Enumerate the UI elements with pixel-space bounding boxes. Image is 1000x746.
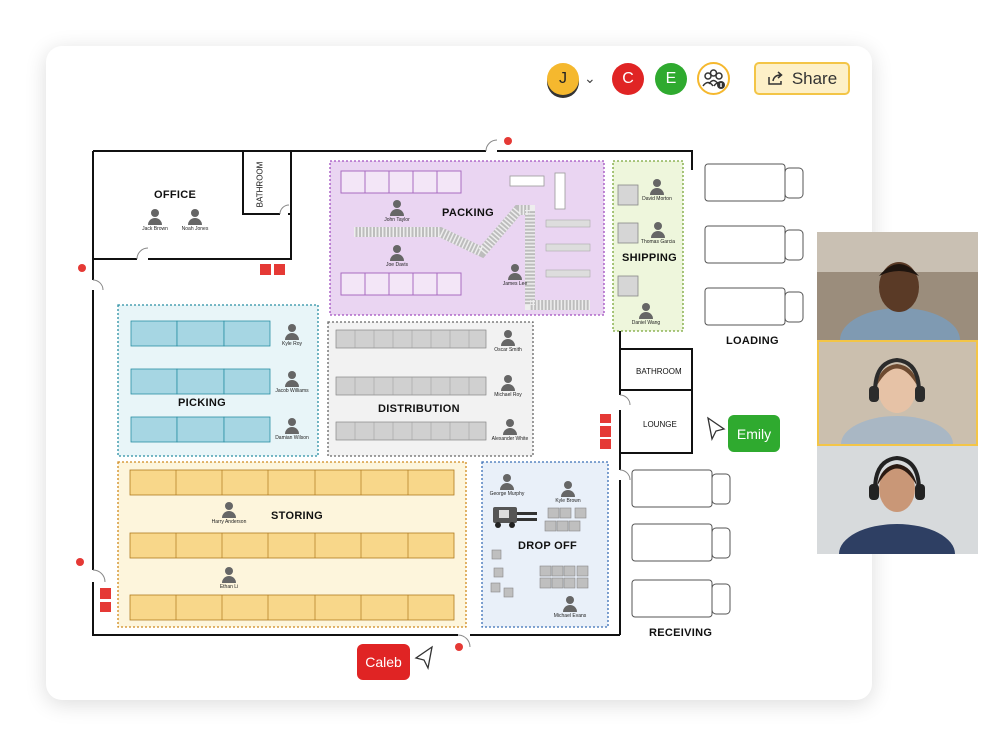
person-icon [561,481,575,497]
person-oscar-smith[interactable]: Oscar Smith [483,330,533,353]
person-icon [222,567,236,583]
person-kyle-brown[interactable]: Kyle Brown [543,481,593,504]
bathroom-right-label: BATHROOM [636,367,682,376]
person-name: Kyle Roy [281,341,302,347]
distribution-label: DISTRIBUTION [378,403,460,415]
person-icon [503,419,517,435]
share-icon [768,71,783,85]
person-name: Daniel Wang [631,320,661,326]
avatar-c[interactable]: C [612,63,644,95]
person-name: Oscar Smith [494,347,522,353]
person-thomas-garcia[interactable]: Thomas Garcia [633,222,683,245]
person-name: David Morton [642,196,672,202]
receiving-label: RECEIVING [649,627,713,639]
picking-shelves [130,320,271,443]
person-james-lee[interactable]: James Lee [490,264,540,287]
person-john-taylor[interactable]: John Taylor [372,200,422,223]
person-icon [390,245,404,261]
chevron-down-icon[interactable]: ⌄ [584,70,596,87]
person-icon [285,371,299,387]
person-noah-jones[interactable]: Noah Jones [170,209,220,232]
person-icon [650,179,664,195]
person-name: Jacob Williams [275,388,309,394]
person-name: James Lee [502,281,528,287]
person-george-murphy[interactable]: George Murphy [482,474,532,497]
shipping-label: SHIPPING [622,252,677,264]
packing-label: PACKING [442,207,495,219]
person-name: John Taylor [384,217,410,223]
share-label: Share [791,68,838,88]
person-name: Ethan Li [219,584,239,590]
person-icon [148,209,162,225]
person-name: Joe Davis [386,262,408,268]
distribution-racks [335,329,487,441]
person-name: Michael Roy [494,392,522,398]
person-name: Noah Jones [181,226,209,232]
avatar-j[interactable]: J [547,63,579,95]
participant-1-photo [817,232,978,340]
person-icon [508,264,522,280]
person-icon [390,200,404,216]
person-icon [188,209,202,225]
person-name: Alexander White [491,436,529,442]
participant-2-photo [819,342,976,444]
person-harry-anderson[interactable]: Harry Anderson [204,502,254,525]
person-kyle-roy[interactable]: Kyle Roy [267,324,317,347]
caleb-cursor-tag: Caleb [357,644,410,680]
storing-shelves [129,469,455,621]
participant-3-photo [817,446,978,554]
person-icon [563,596,577,612]
person-icon [222,502,236,518]
person-alexander-white[interactable]: Alexander White [485,419,535,442]
share-button[interactable]: Share [754,62,850,95]
person-name: Thomas Garcia [640,239,676,245]
person-name: George Murphy [489,491,525,497]
lounge-label: LOUNGE [643,420,677,429]
drop-off-label: DROP OFF [518,540,578,552]
person-daniel-wang[interactable]: Daniel Wang [621,303,671,326]
person-name: Kyle Brown [555,498,581,504]
storing-label: STORING [271,510,324,522]
person-ethan-li[interactable]: Ethan Li [204,567,254,590]
person-name: Harry Anderson [211,519,247,525]
person-david-morton[interactable]: David Morton [632,179,682,202]
person-michael-evans[interactable]: Michael Evans [545,596,595,619]
person-icon [651,222,665,238]
person-icon [501,330,515,346]
bathroom-top-label: BATHROOM [255,161,265,208]
collaborators-button[interactable] [697,62,730,95]
office-label: OFFICE [154,189,197,201]
person-icon [285,418,299,434]
person-icon [285,324,299,340]
loading-label: LOADING [726,335,779,347]
avatar-e[interactable]: E [655,63,687,95]
picking-label: PICKING [178,397,226,409]
person-name: Michael Evans [553,613,587,619]
person-icon [501,375,515,391]
video-participant-2-active[interactable] [817,340,978,446]
person-jacob-williams[interactable]: Jacob Williams [267,371,317,394]
person-icon [639,303,653,319]
person-michael-roy[interactable]: Michael Roy [483,375,533,398]
person-name: Damian Wilson [275,435,309,441]
video-participant-1[interactable] [817,232,978,340]
person-joe-davis[interactable]: Joe Davis [372,245,422,268]
person-damian-wilson[interactable]: Damian Wilson [267,418,317,441]
person-icon [500,474,514,490]
video-participant-3[interactable] [817,446,978,554]
collaborators-icon [702,69,725,89]
emily-cursor-tag: Emily [728,415,780,452]
